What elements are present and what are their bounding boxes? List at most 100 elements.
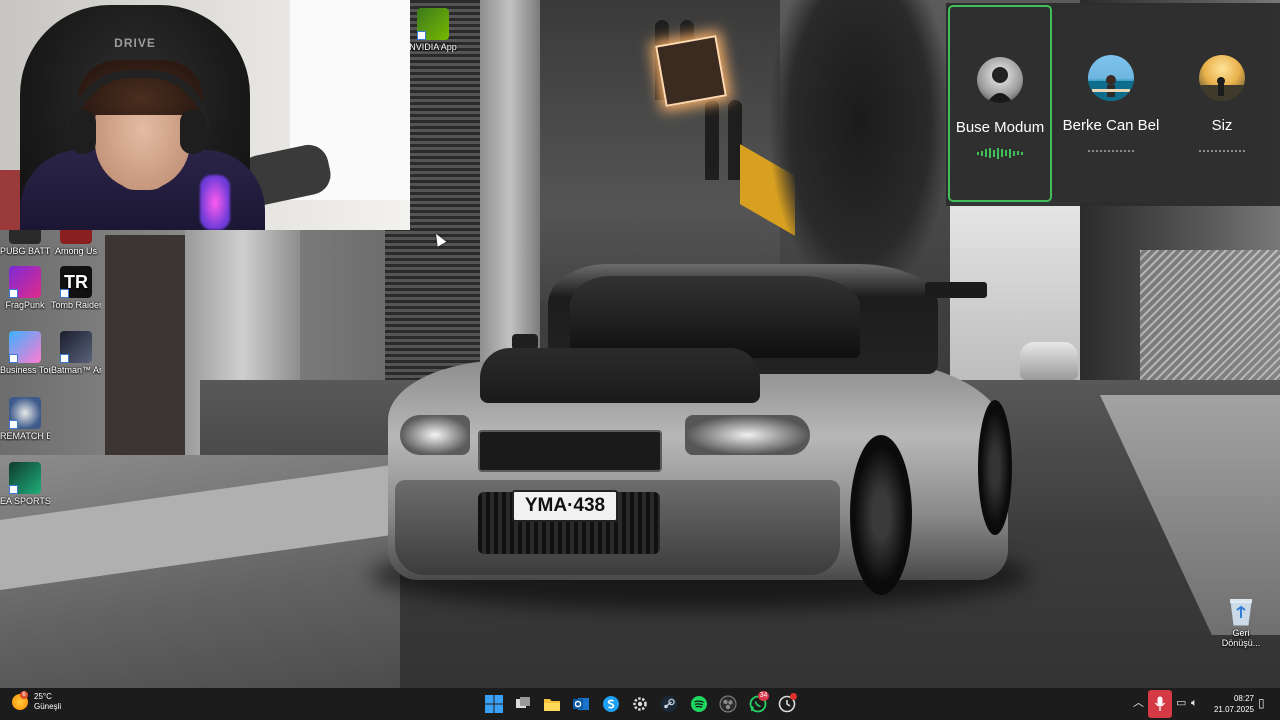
network-icon[interactable]: ▭ bbox=[1176, 697, 1186, 709]
discord-button[interactable] bbox=[777, 693, 797, 714]
discord-notification-dot bbox=[790, 693, 797, 700]
settings-icon bbox=[633, 697, 647, 711]
settings-button[interactable] bbox=[630, 694, 650, 714]
fragpunk-icon bbox=[9, 266, 41, 298]
desktop-icon-rematch[interactable]: REMATCH BETA TEST bbox=[0, 397, 50, 441]
sunny-weather-icon: 6 bbox=[12, 691, 28, 710]
shortcut-arrow-icon bbox=[9, 289, 18, 298]
microphone-icon bbox=[1154, 696, 1166, 711]
steam-button[interactable] bbox=[659, 694, 679, 714]
participant-avatar bbox=[1088, 55, 1134, 101]
wallpaper-parked-car bbox=[1020, 342, 1078, 380]
car-headlight bbox=[400, 415, 470, 455]
microphone-in-use-button[interactable] bbox=[1148, 690, 1172, 718]
voice-activity-meter bbox=[976, 147, 1024, 159]
desktop-icon-fragpunk[interactable]: FragPunk bbox=[0, 266, 50, 310]
shortcut-arrow-icon bbox=[417, 31, 426, 40]
weather-temperature: 25°C bbox=[34, 692, 52, 701]
rematch-icon bbox=[9, 397, 41, 429]
car-headlight bbox=[685, 415, 810, 455]
call-participant-tile-self[interactable]: Siz bbox=[1170, 5, 1274, 202]
car-hood bbox=[480, 348, 760, 403]
shortcut-arrow-icon bbox=[9, 354, 18, 363]
taskbar-clock[interactable]: 08:27 21.07.2025 bbox=[1206, 693, 1254, 715]
participant-avatar-image bbox=[1199, 77, 1245, 101]
desktop-icon-batman[interactable]: Batman™ Arkham A... bbox=[51, 331, 101, 375]
tomb-raider-icon: TR bbox=[60, 266, 92, 298]
outlook-button[interactable] bbox=[571, 694, 591, 714]
outlook-icon bbox=[573, 698, 589, 710]
desktop-icon-business-tour[interactable]: Business Tour - Online M... bbox=[0, 331, 50, 375]
desktop-icon-recycle-bin[interactable]: Geri Dönüşü... bbox=[1218, 596, 1264, 648]
car-spoiler bbox=[925, 282, 987, 298]
business-tour-icon bbox=[9, 331, 41, 363]
shortcut-arrow-icon bbox=[9, 420, 18, 429]
clock-time: 08:27 bbox=[1233, 694, 1254, 703]
participant-avatar bbox=[1199, 55, 1245, 101]
desktop-icon-label: Tomb Raider GAME OF ... bbox=[51, 300, 101, 310]
voice-activity-meter bbox=[1087, 145, 1135, 157]
wallpaper-neon-sign bbox=[655, 35, 727, 107]
webcam-rgb-microphone bbox=[200, 175, 230, 230]
shortcut-arrow-icon bbox=[9, 485, 18, 494]
notification-center-icon[interactable]: ▯ bbox=[1258, 697, 1265, 709]
weather-notification-badge: 6 bbox=[20, 691, 28, 699]
windows-start-icon bbox=[485, 695, 503, 713]
participant-name: Siz bbox=[1211, 117, 1233, 134]
wallpaper-window bbox=[705, 100, 719, 180]
car-wheel bbox=[978, 400, 1012, 535]
skype-button[interactable] bbox=[601, 694, 621, 714]
taskbar: 6 25°C Güneşli 34 ︿ ▭ 🔈︎ 08:27 21.07.202… bbox=[0, 688, 1280, 720]
shortcut-arrow-icon bbox=[60, 289, 69, 298]
recycle-bin-icon bbox=[1230, 599, 1252, 626]
participant-name: Berke Can Bel bbox=[1062, 117, 1160, 134]
desktop-icon-label: Batman™ Arkham A... bbox=[51, 365, 101, 375]
task-view-button[interactable] bbox=[513, 694, 533, 714]
whatsapp-unread-badge: 34 bbox=[758, 691, 769, 701]
desktop-icon-label: Business Tour - Online M... bbox=[0, 365, 50, 375]
wallpaper-cafe bbox=[105, 235, 185, 455]
car-license-plate: YMA·438 bbox=[512, 490, 618, 522]
weather-condition: Güneşli bbox=[34, 702, 62, 711]
obs-button[interactable] bbox=[718, 694, 738, 714]
desktop-icon-nvidia[interactable]: NVIDIA App bbox=[408, 8, 458, 52]
participant-avatar-image bbox=[1088, 75, 1134, 101]
voice-call-panel: Buse Modum Berke Can Bel Siz bbox=[946, 3, 1280, 206]
desktop-icon-label: FragPunk bbox=[5, 300, 45, 310]
desktop-icon-label: Geri Dönüşü... bbox=[1221, 628, 1261, 648]
car-windshield bbox=[570, 276, 860, 358]
participant-avatar bbox=[977, 57, 1023, 103]
participant-avatar-image bbox=[987, 67, 1013, 103]
wallpaper-tree bbox=[770, 0, 950, 300]
start-button[interactable] bbox=[484, 694, 504, 714]
car-grille bbox=[478, 430, 662, 472]
nvidia-icon bbox=[417, 8, 449, 40]
file-explorer-icon bbox=[544, 699, 560, 711]
call-participant-tile[interactable]: Buse Modum bbox=[948, 5, 1052, 202]
headphone-earcup bbox=[70, 110, 96, 154]
car-wheel bbox=[850, 435, 912, 595]
webcam-chair-logo: DRIVE bbox=[114, 36, 156, 50]
voice-activity-meter bbox=[1198, 145, 1246, 157]
obs-icon bbox=[719, 695, 737, 713]
desktop-icon-label: NVIDIA App bbox=[409, 42, 457, 52]
shortcut-arrow-icon bbox=[60, 354, 69, 363]
participant-name: Buse Modum bbox=[955, 119, 1045, 136]
desktop-icon-label: REMATCH BETA TEST bbox=[0, 431, 50, 441]
spotify-button[interactable] bbox=[689, 694, 709, 714]
desktop-icon-label: PUBG BATTLEGR... bbox=[0, 246, 50, 256]
ea-sports-fc-icon bbox=[9, 462, 41, 494]
desktop-icon-tomb-raider[interactable]: TR Tomb Raider GAME OF ... bbox=[51, 266, 101, 310]
whatsapp-button[interactable]: 34 bbox=[748, 691, 769, 714]
desktop-icon-ea-sports-fc[interactable]: EA SPORTS FC™ 24 bbox=[0, 462, 50, 506]
desktop-icon-label: EA SPORTS FC™ 24 bbox=[0, 496, 50, 506]
spotify-icon bbox=[691, 696, 707, 712]
show-hidden-icons-chevron-icon[interactable]: ︿ bbox=[1133, 697, 1144, 709]
clock-date: 21.07.2025 bbox=[1213, 705, 1254, 714]
file-explorer-button[interactable] bbox=[542, 694, 562, 714]
weather-widget[interactable]: 6 25°C Güneşli bbox=[12, 691, 62, 712]
call-participant-tile[interactable]: Berke Can Bel bbox=[1059, 5, 1163, 202]
volume-icon[interactable]: 🔈︎ bbox=[1191, 697, 1198, 709]
webcam-feed: DRIVE bbox=[0, 0, 410, 230]
headphone-earcup bbox=[180, 110, 206, 154]
